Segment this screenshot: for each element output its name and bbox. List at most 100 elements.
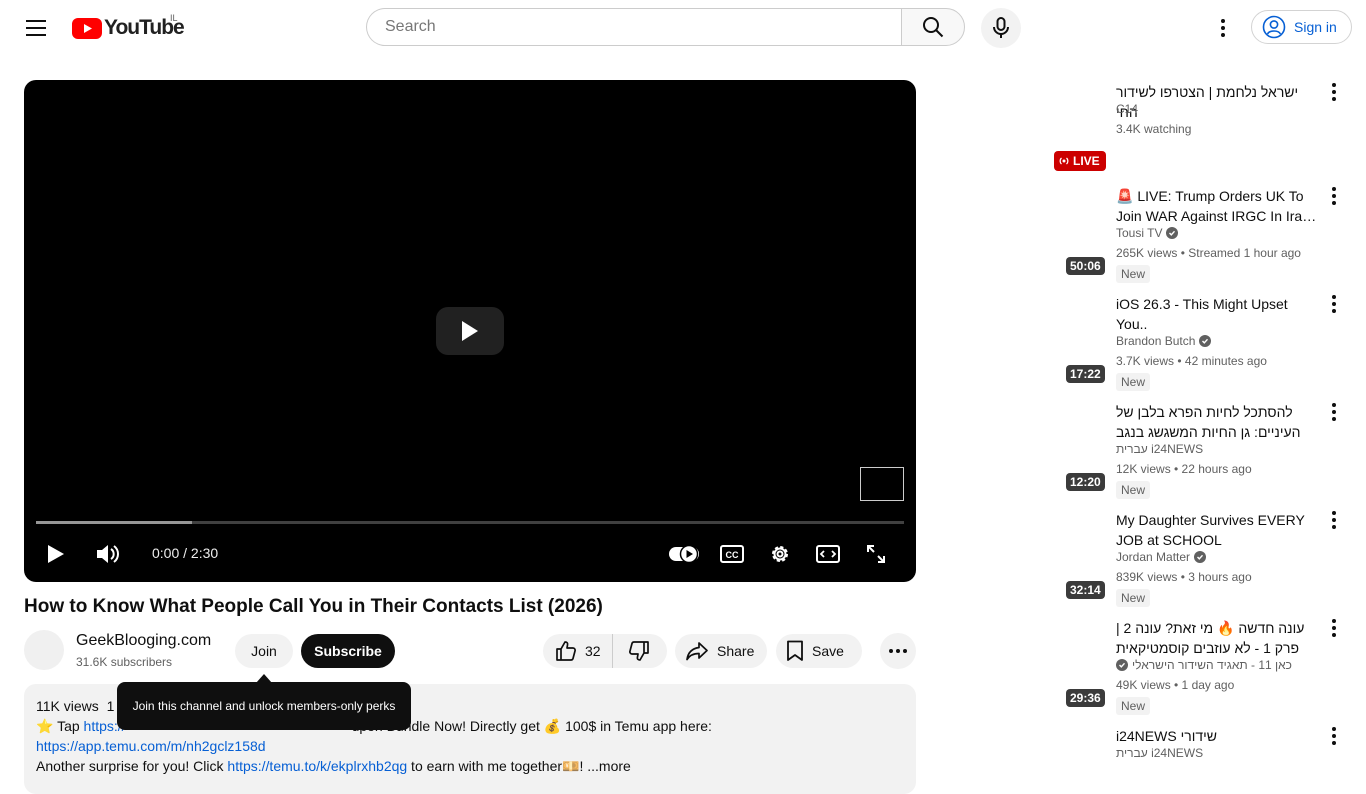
recommendation-more-button[interactable] [1324, 184, 1344, 208]
bookmark-icon [787, 640, 803, 661]
microphone-icon [993, 17, 1009, 38]
recommendation-stats: 49K views • 1 day ago [1116, 678, 1235, 692]
description-text: to earn with me together💴! [407, 758, 588, 774]
search-box [366, 8, 902, 46]
recommendation-channel[interactable]: i24NEWS עברית [1116, 746, 1203, 760]
gear-icon [772, 546, 788, 562]
more-actions-button[interactable] [880, 633, 916, 669]
description-prefix: Another surprise for you! Click [36, 758, 228, 774]
search-icon [923, 17, 944, 38]
recommendation-title[interactable]: שידורי i24NEWS [1116, 726, 1318, 746]
account-icon [1262, 15, 1286, 39]
verified-icon [1194, 551, 1207, 563]
recommendation-channel[interactable]: C14 [1116, 102, 1138, 116]
recommendation-title[interactable]: ישראל נלחמת | הצטרפו לשידור החי [1116, 82, 1318, 122]
settings-more-button[interactable] [1207, 12, 1239, 44]
duration-badge: 50:06 [1066, 257, 1105, 275]
verified-icon [1199, 335, 1212, 347]
recommendation-more-button[interactable] [1324, 508, 1344, 532]
save-label: Save [812, 643, 844, 659]
recommendation-channel-name: C14 [1116, 102, 1139, 116]
channel-avatar[interactable] [24, 630, 64, 670]
youtube-play-logo-icon [72, 17, 102, 39]
view-count-tail: 1 [106, 698, 115, 714]
like-button[interactable]: 32 [543, 634, 613, 668]
new-badge: New [1116, 589, 1151, 607]
volume-button[interactable] [88, 537, 128, 571]
recommendation-title[interactable]: My Daughter Survives EVERY JOB at SCHOOL [1116, 510, 1318, 550]
join-button[interactable]: Join [235, 634, 293, 668]
vertical-dots-icon [1332, 727, 1336, 745]
share-icon [686, 642, 708, 661]
recommendation-title[interactable]: 🚨 LIVE: Trump Orders UK To Join WAR Agai… [1116, 186, 1318, 226]
recommendation-channel-name: Jordan Matter [1116, 550, 1191, 564]
youtube-logo[interactable]: YouTube [72, 16, 185, 40]
captions-icon: CC [720, 545, 744, 563]
vertical-dots-icon [1332, 83, 1336, 101]
recommendation-stats: 839K views • 3 hours ago [1116, 570, 1252, 584]
save-button[interactable]: Save [776, 634, 862, 668]
recommendation-more-button[interactable] [1324, 400, 1344, 424]
recommendation-title[interactable]: עונה חדשה 🔥 מי זאת? עונה 2 | פרק 1 - לא … [1116, 618, 1318, 658]
recommendation-title[interactable]: iOS 26.3 - This Might Upset You.. [1116, 294, 1318, 334]
recommendation-more-button[interactable] [1324, 724, 1344, 748]
view-count: 11K views [36, 698, 99, 714]
recommendation-stats: 265K views • Streamed 1 hour ago [1116, 246, 1301, 260]
recommendation-more-button[interactable] [1324, 616, 1344, 640]
verified-icon [1116, 659, 1128, 671]
subscribe-button[interactable]: Subscribe [301, 634, 395, 668]
verified-icon [1166, 227, 1179, 239]
channel-name[interactable]: GeekBlooging.com [76, 632, 211, 650]
voice-search-button[interactable] [981, 8, 1021, 48]
recommendation-title[interactable]: להסתכל לחיות הפרא בלבן של העיניים: גן הח… [1116, 402, 1318, 442]
live-badge: LIVE [1054, 151, 1106, 171]
sign-in-button[interactable]: Sign in [1251, 10, 1352, 44]
vertical-dots-icon [1332, 187, 1336, 205]
volume-icon [97, 545, 119, 563]
progress-bar[interactable] [36, 521, 904, 524]
recommendation-stats: 3.7K views • 42 minutes ago [1116, 354, 1267, 368]
recommendation-channel[interactable]: Tousi TV [1116, 226, 1179, 240]
temu-app-link[interactable]: https://app.temu.com/m/nh2gclz158d [36, 738, 266, 754]
horizontal-dots-icon [889, 649, 907, 653]
duration-badge: 29:36 [1066, 689, 1105, 707]
country-code: IL [170, 13, 178, 23]
dislike-button[interactable] [613, 634, 665, 668]
play-icon [462, 321, 478, 341]
theater-mode-button[interactable] [808, 537, 848, 571]
description-line: Another surprise for you! Click https://… [36, 756, 904, 776]
live-label: LIVE [1073, 154, 1100, 168]
vertical-dots-icon [1332, 295, 1336, 313]
fullscreen-button[interactable] [856, 537, 896, 571]
description-prefix: ⭐ Tap [36, 718, 84, 734]
play-button[interactable] [36, 537, 76, 571]
large-play-button[interactable] [436, 307, 504, 355]
recommendation-stats: 3.4K watching [1116, 122, 1192, 136]
recommendation-channel-name: Tousi TV [1116, 226, 1163, 240]
new-badge: New [1116, 481, 1151, 499]
settings-button[interactable] [760, 537, 800, 571]
recommendation-channel[interactable]: Jordan Matter [1116, 550, 1207, 564]
vertical-dots-icon [1221, 19, 1225, 37]
play-icon [48, 545, 64, 563]
vertical-dots-icon [1332, 403, 1336, 421]
recommendation-more-button[interactable] [1324, 292, 1344, 316]
recommendation-channel[interactable]: i24NEWS עברית [1116, 442, 1203, 456]
autoplay-toggle[interactable] [664, 537, 704, 571]
recommendation-channel[interactable]: Brandon Butch [1116, 334, 1212, 348]
captions-button[interactable]: CC [712, 537, 752, 571]
share-label: Share [717, 643, 755, 659]
video-player[interactable]: 0:00 / 2:30 CC [24, 80, 916, 582]
recommendation-channel-name: i24NEWS עברית [1116, 746, 1204, 760]
search-input[interactable] [383, 17, 867, 37]
temu-earn-link[interactable]: https://temu.to/k/ekplrxhb2qg [227, 758, 407, 774]
search-button[interactable] [901, 8, 965, 46]
show-more-button[interactable]: ...more [587, 758, 631, 774]
thumbs-down-icon [629, 641, 649, 661]
recommendation-more-button[interactable] [1324, 80, 1344, 104]
like-count: 32 [585, 643, 601, 659]
new-badge: New [1116, 373, 1151, 391]
recommendation-channel[interactable]: כאן 11 - תאגיד השידור הישראלי [1116, 658, 1292, 672]
menu-icon[interactable] [20, 12, 52, 44]
share-button[interactable]: Share [675, 634, 767, 668]
